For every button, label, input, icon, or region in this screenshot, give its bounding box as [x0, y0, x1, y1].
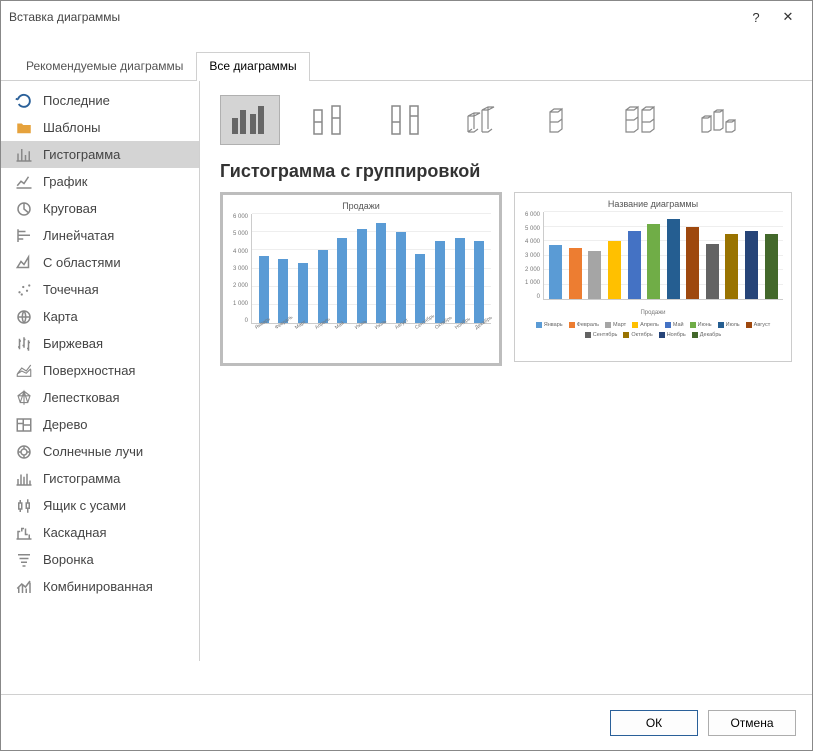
main-panel: Гистограмма с группировкой Продажи 6 000… [200, 81, 812, 661]
sidebar-item-label: Карта [43, 309, 78, 324]
sidebar-item-label: Каскадная [43, 525, 107, 540]
sidebar-item-waterfall[interactable]: Каскадная [1, 519, 199, 546]
y-axis: 6 0005 0004 0003 0002 0001 0000 [231, 214, 251, 324]
sidebar-item-treemap[interactable]: Дерево [1, 411, 199, 438]
sidebar-item-bar[interactable]: Линейчатая [1, 222, 199, 249]
surface-chart-icon [15, 362, 33, 380]
sidebar-item-label: Гистограмма [43, 471, 120, 486]
sidebar-item-map[interactable]: Карта [1, 303, 199, 330]
subtype-3d-100stacked[interactable] [610, 95, 670, 145]
folder-icon [15, 119, 33, 137]
sidebar-item-radar[interactable]: Лепестковая [1, 384, 199, 411]
y-axis: 6 0005 0004 0003 0002 0001 0000 [523, 212, 543, 300]
sidebar-item-sunburst[interactable]: Солнечные лучи [1, 438, 199, 465]
map-chart-icon [15, 308, 33, 326]
plot-area [543, 212, 783, 300]
area-chart-icon [15, 254, 33, 272]
sidebar-item-scatter[interactable]: Точечная [1, 276, 199, 303]
sidebar-item-area[interactable]: С областями [1, 249, 199, 276]
sidebar-item-label: Поверхностная [43, 363, 135, 378]
tab-bar: Рекомендуемые диаграммы Все диаграммы [1, 51, 812, 81]
preview-chart-2[interactable]: Название диаграммы 6 0005 0004 0003 0002… [514, 192, 792, 362]
radar-chart-icon [15, 389, 33, 407]
help-button[interactable]: ? [740, 10, 772, 25]
content-area: Последние Шаблоны Гистограмма График Кру… [1, 81, 812, 661]
preview-title: Продажи [231, 201, 491, 211]
sidebar-item-label: Дерево [43, 417, 87, 432]
chart-previews: Продажи 6 0005 0004 0003 0002 0001 0000 … [220, 192, 792, 366]
sidebar-item-label: Шаблоны [43, 120, 101, 135]
sidebar-item-label: Биржевая [43, 336, 103, 351]
stock-chart-icon [15, 335, 33, 353]
mini-chart-1: 6 0005 0004 0003 0002 0001 0000 [231, 214, 491, 324]
sidebar-item-funnel[interactable]: Воронка [1, 546, 199, 573]
tab-all[interactable]: Все диаграммы [196, 52, 309, 81]
sidebar-item-label: Солнечные лучи [43, 444, 143, 459]
subtype-selector [220, 95, 792, 145]
waterfall-chart-icon [15, 524, 33, 542]
sidebar-item-label: Лепестковая [43, 390, 120, 405]
histogram-chart-icon [15, 470, 33, 488]
sunburst-chart-icon [15, 443, 33, 461]
sidebar-item-label: Ящик с усами [43, 498, 126, 513]
preview-title: Название диаграммы [523, 199, 783, 209]
sidebar-item-label: Гистограмма [43, 147, 120, 162]
sidebar-item-recent[interactable]: Последние [1, 87, 199, 114]
subtype-clustered-column[interactable] [220, 95, 280, 145]
subtype-100stacked-column[interactable] [376, 95, 436, 145]
close-button[interactable]: ✕ [772, 9, 804, 25]
dialog-footer: ОК Отмена [1, 694, 812, 750]
subtype-title: Гистограмма с группировкой [220, 161, 792, 182]
window-title: Вставка диаграммы [9, 10, 740, 24]
sidebar-item-label: График [43, 174, 87, 189]
scatter-chart-icon [15, 281, 33, 299]
cancel-button[interactable]: Отмена [708, 710, 796, 736]
sidebar-item-boxwhisker[interactable]: Ящик с усами [1, 492, 199, 519]
sidebar-item-pie[interactable]: Круговая [1, 195, 199, 222]
combo-chart-icon [15, 578, 33, 596]
sidebar-item-label: Воронка [43, 552, 94, 567]
sidebar-item-label: Последние [43, 93, 110, 108]
funnel-chart-icon [15, 551, 33, 569]
pie-chart-icon [15, 200, 33, 218]
sidebar-item-stock[interactable]: Биржевая [1, 330, 199, 357]
sidebar-item-label: Круговая [43, 201, 97, 216]
sidebar-item-surface[interactable]: Поверхностная [1, 357, 199, 384]
sidebar-item-combo[interactable]: Комбинированная [1, 573, 199, 600]
subtype-3d-stacked[interactable] [532, 95, 592, 145]
subtype-3d-column[interactable] [688, 95, 748, 145]
plot-area [251, 214, 491, 324]
mini-chart-2: 6 0005 0004 0003 0002 0001 0000 [523, 212, 783, 300]
subtype-stacked-column[interactable] [298, 95, 358, 145]
sidebar-item-label: Линейчатая [43, 228, 114, 243]
chart-legend: ЯнварьФевральМартАпрельМайИюньИюльАвгуст… [523, 322, 783, 338]
column-chart-icon [15, 146, 33, 164]
sidebar-item-templates[interactable]: Шаблоны [1, 114, 199, 141]
sidebar-item-line[interactable]: График [1, 168, 199, 195]
line-chart-icon [15, 173, 33, 191]
recent-icon [15, 92, 33, 110]
sidebar-item-column[interactable]: Гистограмма [1, 141, 199, 168]
subtype-3d-clustered[interactable] [454, 95, 514, 145]
treemap-chart-icon [15, 416, 33, 434]
chart-type-sidebar: Последние Шаблоны Гистограмма График Кру… [1, 81, 200, 661]
sidebar-item-label: Комбинированная [43, 579, 153, 594]
tab-recommended[interactable]: Рекомендуемые диаграммы [13, 52, 196, 81]
x-axis-label: Продажи [523, 310, 783, 316]
x-axis-labels: ЯнварьФевральМартАпрельМайИюньИюльАвгуст… [251, 326, 491, 332]
sidebar-item-histogram[interactable]: Гистограмма [1, 465, 199, 492]
sidebar-item-label: С областями [43, 255, 121, 270]
ok-button[interactable]: ОК [610, 710, 698, 736]
sidebar-item-label: Точечная [43, 282, 99, 297]
preview-chart-1[interactable]: Продажи 6 0005 0004 0003 0002 0001 0000 … [220, 192, 502, 366]
boxwhisker-chart-icon [15, 497, 33, 515]
title-bar: Вставка диаграммы ? ✕ [1, 1, 812, 33]
bar-chart-icon [15, 227, 33, 245]
